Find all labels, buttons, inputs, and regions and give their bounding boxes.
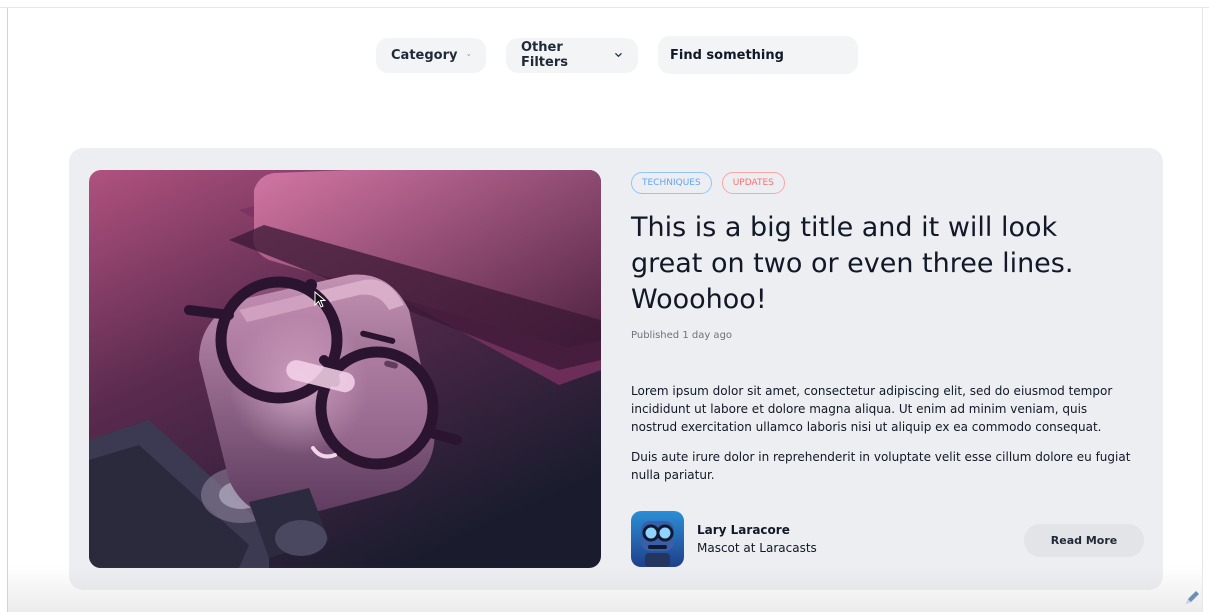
author-name[interactable]: Lary Laracore bbox=[697, 521, 817, 539]
featured-post-card[interactable]: TECHNIQUES UPDATES This is a big title a… bbox=[69, 148, 1163, 590]
category-label: Category bbox=[391, 47, 458, 63]
left-border bbox=[7, 8, 8, 612]
excerpt-paragraph: Lorem ipsum dolor sit amet, consectetur … bbox=[631, 384, 1113, 434]
right-border bbox=[1202, 8, 1203, 612]
other-filters-label: Other Filters bbox=[521, 40, 568, 70]
post-title[interactable]: This is a big title and it will look gre… bbox=[631, 210, 1136, 318]
read-more-button[interactable]: Read More bbox=[1024, 524, 1144, 557]
category-dropdown[interactable]: Category bbox=[376, 37, 486, 73]
author-role: Mascot at Laracasts bbox=[697, 541, 817, 555]
tag-list: TECHNIQUES UPDATES bbox=[631, 172, 1141, 194]
tag-techniques[interactable]: TECHNIQUES bbox=[631, 172, 712, 194]
tag-updates[interactable]: UPDATES bbox=[721, 172, 785, 194]
excerpt-paragraph: Duis aute irure dolor in reprehenderit i… bbox=[631, 450, 1131, 482]
post-excerpt: Lorem ipsum dolor sit amet, consectetur … bbox=[631, 382, 1136, 484]
filter-bar: Category Other Filters bbox=[376, 36, 858, 74]
mascot-illustration bbox=[89, 170, 601, 568]
author-text: Lary Laracore Mascot at Laracasts bbox=[697, 521, 817, 557]
pen-icon[interactable] bbox=[1183, 589, 1201, 607]
chevron-down-icon bbox=[615, 53, 622, 57]
author-info: Lary Laracore Mascot at Laracasts bbox=[631, 511, 817, 567]
search-box bbox=[658, 36, 858, 74]
other-filters-dropdown[interactable]: Other Filters bbox=[506, 37, 638, 73]
chevron-down-icon bbox=[467, 54, 471, 56]
avatar bbox=[631, 511, 684, 567]
search-input[interactable] bbox=[670, 47, 846, 63]
post-content: TECHNIQUES UPDATES This is a big title a… bbox=[631, 172, 1141, 484]
post-thumbnail[interactable] bbox=[89, 170, 601, 568]
top-border bbox=[0, 0, 1209, 8]
mouse-cursor-icon bbox=[314, 291, 326, 308]
robot-avatar-icon bbox=[631, 511, 684, 567]
published-date: Published 1 day ago bbox=[631, 330, 733, 341]
